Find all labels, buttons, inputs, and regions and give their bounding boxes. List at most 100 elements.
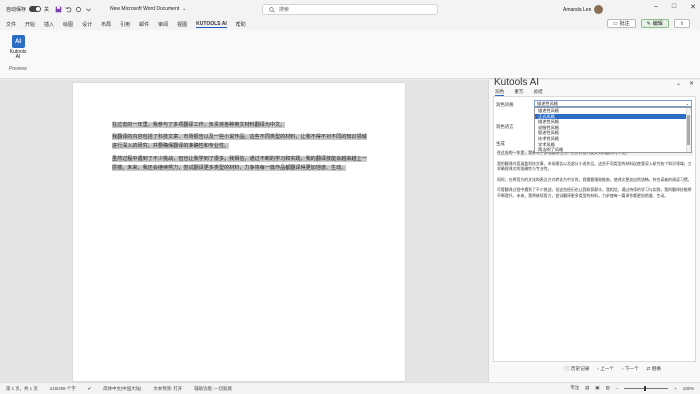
scrollbar-thumb[interactable] xyxy=(687,115,690,145)
user-name: Amanda Lee xyxy=(563,6,592,13)
title-chevron-icon: ⌄ xyxy=(182,6,187,12)
comment-icon: ▭ xyxy=(612,20,618,27)
replace-label: 替换 xyxy=(651,366,661,371)
word-count[interactable]: 219/259 个字 xyxy=(50,386,76,392)
kutools-ai-pane: Kutools AI ⌄ ✕ 润色 重写 总结 润色风格 描述性风格 ⌄ 润色语… xyxy=(488,77,700,382)
kutools-ai-button[interactable]: AI Kutools AI xyxy=(7,35,29,60)
pane-title: Kutools AI xyxy=(494,77,540,88)
undo-icon[interactable] xyxy=(65,6,72,13)
doc-paragraph-3[interactable]: 虽然过程中遇到了不少挑战，但也让我学到了很多。我相信，通过不断的学习和实践，我的… xyxy=(112,155,367,171)
ai-paragraph-3: 同时，在将西方的文化和表达方式转化为中文时，我需要细致推敲，使译文更加自然流畅，… xyxy=(497,176,692,182)
generate-label: 生成 xyxy=(496,141,505,146)
share-icon: ⇪ xyxy=(679,20,684,27)
ai-result-text[interactable]: 在过去的一年里，我参与了多项翻译工作，负责将各种英文材料翻译为中文。 我的翻译内… xyxy=(497,150,693,204)
tab-home[interactable]: 开始 xyxy=(25,21,35,28)
pane-options-chevron-icon[interactable]: ⌄ xyxy=(676,80,681,87)
comments-label: 批注 xyxy=(619,21,630,27)
pane-body: 润色风格 描述性风格 ⌄ 润色语言 生成 在过去的一年里，我参与了多项翻译工作，… xyxy=(493,96,696,362)
pencil-icon: ✎ xyxy=(646,20,651,27)
style-dropdown-list[interactable]: 描述性风格 正式风格 描述性风格 说服性风格 叙述性风格 技术性风格 学术风格 … xyxy=(534,107,692,153)
comments-button[interactable]: ▭ 批注 xyxy=(606,19,636,28)
autosave-label: 自动保存 xyxy=(6,6,27,13)
avatar[interactable] xyxy=(594,5,604,14)
tab-polish[interactable]: 润色 xyxy=(495,89,505,96)
document-body[interactable]: 在过去的一年里，我参与了多项翻译工作，负责将各种英文材料翻译为中文。 我翻译的内… xyxy=(112,121,370,176)
share-button[interactable]: ⇪ xyxy=(673,19,690,28)
pane-close-icon[interactable]: ✕ xyxy=(689,80,694,87)
status-bar: 第 1 页，共 1 页 219/259 个字 ✔ 简体中文(中国大陆) 文本预测… xyxy=(0,382,700,394)
history-label: 历史记录 xyxy=(571,366,590,371)
tab-view[interactable]: 视图 xyxy=(177,21,187,28)
quick-access-toolbar xyxy=(55,6,92,13)
autosave-toggle-group[interactable]: 自动保存 关 xyxy=(6,6,49,13)
print-layout-icon[interactable]: ▣ xyxy=(595,385,599,391)
ribbon-group-label: Preview xyxy=(9,66,27,72)
window-controls: – □ ✕ xyxy=(654,3,696,11)
user-account[interactable]: Amanda Lee xyxy=(563,5,604,14)
proofing-icon[interactable]: ✔ xyxy=(88,386,92,392)
editing-button[interactable]: ✎ 编辑 xyxy=(640,19,669,28)
focus-button[interactable]: 专注 xyxy=(570,385,579,391)
editing-label: 编辑 xyxy=(652,21,663,27)
search-placeholder: 搜索 xyxy=(279,7,290,13)
read-mode-icon[interactable]: ▤ xyxy=(585,385,589,391)
zoom-slider-knob[interactable] xyxy=(644,385,647,391)
pane-tabs: 润色 重写 总结 xyxy=(495,89,543,96)
dropdown-option[interactable]: 简洁明了风格 xyxy=(535,147,691,153)
title-bar: 自动保存 关 New Microsoft Word Document ⌄ 搜索 … xyxy=(0,0,700,18)
web-layout-icon[interactable]: ▥ xyxy=(605,385,609,391)
zoom-level[interactable]: 100% xyxy=(683,386,694,391)
tab-file[interactable]: 文件 xyxy=(6,21,16,28)
autosave-state: 关 xyxy=(44,6,50,13)
history-button[interactable]: 🕑 历史记录 xyxy=(564,366,589,372)
pane-footer: 🕑 历史记录 ‹ 上一个 › 下一个 ⇄ 替换 xyxy=(564,366,661,372)
tab-review[interactable]: 审阅 xyxy=(158,21,168,28)
document-canvas[interactable]: 在过去的一年里，我参与了多项翻译工作，负责将各种英文材料翻译为中文。 我翻译的内… xyxy=(0,80,488,382)
tab-design[interactable]: 设计 xyxy=(82,21,92,28)
accessibility-status[interactable]: 辅助功能: 一切就绪 xyxy=(194,386,232,392)
page-count[interactable]: 第 1 页，共 1 页 xyxy=(6,386,38,392)
tab-help[interactable]: 帮助 xyxy=(236,21,246,28)
next-label: 下一个 xyxy=(624,366,639,371)
ai-paragraph-4: 尽管翻译过程中遇到了不少挑战，但这些经历也让我收获颇丰。我相信，通过持续的学习与… xyxy=(497,187,692,198)
previous-label: 上一个 xyxy=(600,366,614,371)
tab-kutools-ai[interactable]: KUTOOLS AI xyxy=(196,21,227,28)
tab-mailings[interactable]: 邮件 xyxy=(139,21,149,28)
style-label: 润色风格 xyxy=(496,102,514,107)
maximize-icon[interactable]: □ xyxy=(672,3,676,11)
search-box[interactable]: 搜索 xyxy=(262,4,438,15)
tab-insert[interactable]: 插入 xyxy=(44,21,54,28)
search-icon xyxy=(269,6,275,13)
kutools-ai-icon: AI xyxy=(11,35,25,48)
ribbon-tabs: 文件 开始 插入 绘图 设计 布局 引用 邮件 审阅 视图 KUTOOLS AI… xyxy=(0,18,700,30)
zoom-out-icon[interactable]: − xyxy=(616,386,619,391)
next-button[interactable]: › 下一个 xyxy=(622,366,639,372)
autosave-toggle[interactable] xyxy=(29,6,42,12)
redo-icon[interactable] xyxy=(75,6,82,13)
style-select-value: 描述性风格 xyxy=(537,101,558,106)
customize-chevron-icon[interactable] xyxy=(85,6,92,13)
previous-button[interactable]: ‹ 上一个 xyxy=(597,366,614,372)
doc-paragraph-2[interactable]: 我翻译的内容包括了科技文章、市场报告以及一些小说作品。这些不同类型的材料，让我不… xyxy=(112,134,367,150)
style-select[interactable]: 描述性风格 ⌄ xyxy=(534,100,692,107)
minimize-icon[interactable]: – xyxy=(654,3,658,11)
replace-button[interactable]: ⇄ 替换 xyxy=(647,366,661,372)
tab-draw[interactable]: 绘图 xyxy=(63,21,73,28)
tab-summarize[interactable]: 总结 xyxy=(533,89,542,96)
close-icon[interactable]: ✕ xyxy=(690,3,696,11)
doc-title-group[interactable]: New Microsoft Word Document ⌄ xyxy=(110,6,186,12)
dropdown-scrollbar[interactable] xyxy=(686,108,691,152)
zoom-slider[interactable] xyxy=(624,385,669,391)
text-prediction-status[interactable]: 文本预测: 打开 xyxy=(153,386,182,392)
tab-layout[interactable]: 布局 xyxy=(101,21,111,28)
document-page[interactable]: 在过去的一年里，我参与了多项翻译工作，负责将各种英文材料翻译为中文。 我翻译的内… xyxy=(72,82,406,382)
zoom-in-icon[interactable]: + xyxy=(674,386,677,391)
doc-paragraph-1[interactable]: 在过去的一年里，我参与了多项翻译工作，负责将各种英文材料翻译为中文。 xyxy=(112,122,286,128)
focus-label: 专注 xyxy=(570,385,580,390)
tab-rewrite[interactable]: 重写 xyxy=(514,89,523,96)
save-icon[interactable] xyxy=(55,6,62,13)
language-status[interactable]: 简体中文(中国大陆) xyxy=(103,386,141,392)
menu-right-actions: ▭ 批注 ✎ 编辑 ⇪ xyxy=(606,19,690,28)
tab-references[interactable]: 引用 xyxy=(120,21,130,28)
status-right: 专注 ▤ ▣ ▥ − + 100% xyxy=(570,385,694,391)
